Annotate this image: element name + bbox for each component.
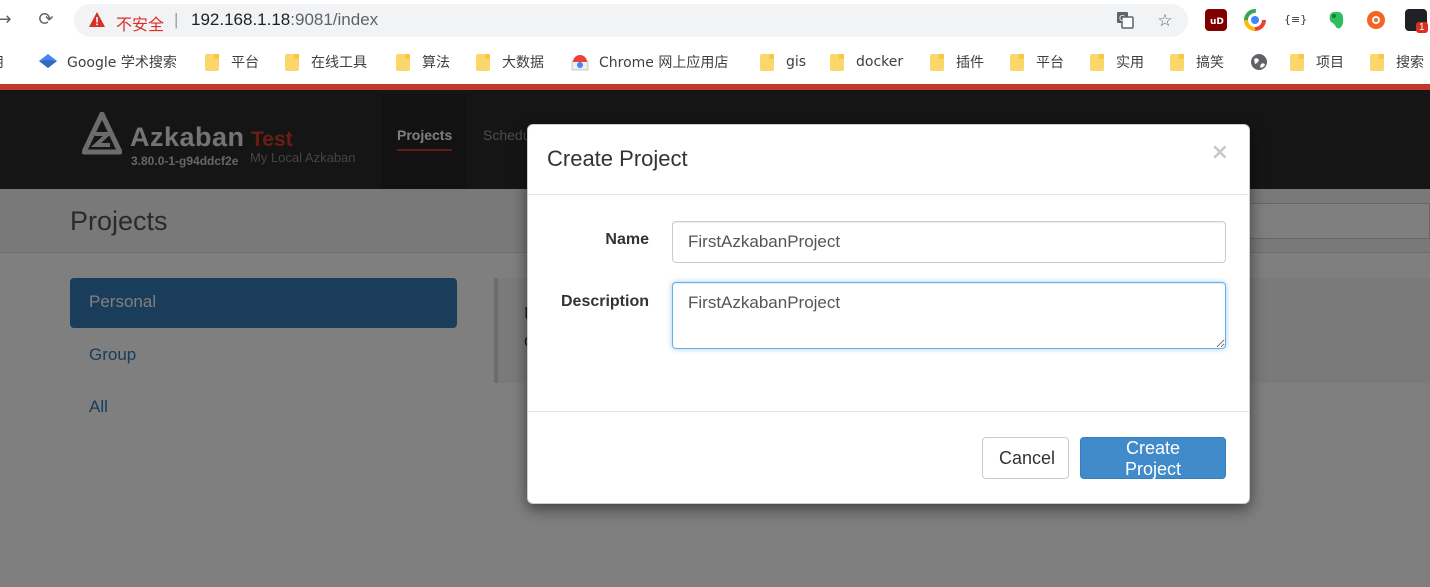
folder-icon (1010, 53, 1024, 71)
folder-icon (830, 53, 844, 71)
globe-icon (1251, 54, 1267, 70)
bookmark-item[interactable]: Google 学术搜索 (38, 52, 177, 72)
bookmark-item[interactable]: 在线工具 (285, 52, 367, 72)
bookmark-item[interactable]: 算法 (396, 52, 450, 72)
notification-badge: 1 (1416, 22, 1428, 33)
bookmark-item[interactable]: 平台 (205, 52, 259, 72)
webstore-icon (571, 55, 589, 71)
url-path: :9081/index (290, 10, 379, 29)
name-label: Name (605, 231, 649, 248)
description-label: Description (560, 293, 649, 310)
bookmark-item[interactable]: 插件 (930, 52, 984, 72)
bookmarks-bar: 用 Google 学术搜索 平台 在线工具 算法 大数据 Chrome 网上应用店 gis do… (0, 40, 1430, 84)
not-secure-label[interactable]: 不安全 (116, 11, 164, 35)
bookmark-label: 搞笑 (1196, 55, 1224, 71)
modal-header: Create Project × (528, 125, 1249, 195)
folder-icon (396, 53, 410, 71)
bookmark-label: 算法 (422, 55, 450, 71)
bookmark-item[interactable]: 项目 (1290, 52, 1344, 72)
bookmark-label: 在线工具 (311, 55, 367, 71)
bookmark-label: 项目 (1316, 55, 1344, 71)
bookmark-label: 搜索 (1396, 55, 1424, 71)
folder-icon (476, 53, 490, 71)
bookmark-label: docker (856, 54, 904, 70)
bookmark-item[interactable]: gis (760, 52, 806, 72)
bookmark-item[interactable]: 搞笑 (1170, 52, 1224, 72)
warning-icon[interactable] (88, 11, 106, 29)
bookmark-label: 大数据 (502, 55, 544, 71)
close-icon[interactable]: × (1211, 140, 1229, 165)
browser-toolbar: → ⟳ 不安全 | 192.168.1.18:9081/index G ☆ uD… (0, 0, 1430, 40)
bookmark-item[interactable]: 平台 (1010, 52, 1064, 72)
bookmark-label: Chrome 网上应用店 (599, 55, 729, 71)
folder-icon (205, 53, 219, 71)
scholar-icon (39, 54, 57, 68)
modal-title: Create Project (547, 146, 688, 171)
color-picker-icon[interactable] (1244, 9, 1266, 31)
create-project-modal: Create Project × Name Description FirstA… (527, 124, 1250, 504)
ublock-icon[interactable]: uD (1205, 9, 1227, 31)
bookmark-item[interactable]: 用 (0, 52, 4, 72)
bookmark-label: 平台 (1036, 55, 1064, 71)
folder-icon (285, 53, 299, 71)
bookmark-label: 用 (0, 52, 4, 72)
omnibox-separator: | (174, 10, 179, 29)
address-bar[interactable]: 不安全 | 192.168.1.18:9081/index G ☆ (74, 4, 1188, 37)
folder-icon (1170, 53, 1184, 71)
bookmark-item[interactable]: 大数据 (476, 52, 544, 72)
reload-icon[interactable]: ⟳ (34, 8, 58, 32)
bookmark-label: gis (786, 54, 807, 70)
svg-text:uD: uD (1210, 17, 1224, 27)
modal-footer: Cancel Create Project (528, 411, 1249, 505)
folder-icon (1290, 53, 1304, 71)
bookmark-label: 插件 (956, 55, 984, 71)
folder-icon (1090, 53, 1104, 71)
folder-icon (1370, 53, 1384, 71)
translate-icon[interactable]: G (1114, 10, 1136, 32)
project-name-input[interactable] (672, 221, 1226, 263)
bookmark-item[interactable]: docker (830, 52, 903, 72)
notification-extension-icon[interactable]: 1 (1405, 9, 1428, 33)
cancel-button[interactable]: Cancel (982, 437, 1069, 479)
create-project-button[interactable]: Create Project (1080, 437, 1226, 479)
project-description-textarea[interactable]: FirstAzkabanProject (672, 282, 1226, 349)
orange-extension-icon[interactable] (1365, 9, 1387, 31)
bookmark-label: 实用 (1116, 55, 1144, 71)
bookmark-item[interactable]: Chrome 网上应用店 (571, 52, 728, 72)
forward-arrow-icon[interactable]: → (0, 8, 16, 32)
bookmark-item[interactable] (1250, 52, 1268, 72)
folder-icon (930, 53, 944, 71)
bookmark-label: Google 学术搜索 (67, 55, 177, 71)
evernote-icon[interactable] (1325, 9, 1347, 31)
bookmark-item[interactable]: 实用 (1090, 52, 1144, 72)
bookmark-item[interactable]: 搜索 (1370, 52, 1424, 72)
json-viewer-icon[interactable]: {≡} (1284, 9, 1307, 31)
url-text[interactable]: 192.168.1.18:9081/index (191, 10, 378, 30)
svg-text:G: G (1119, 14, 1125, 23)
url-host: 192.168.1.18 (191, 10, 291, 29)
bookmark-star-icon[interactable]: ☆ (1154, 10, 1176, 32)
folder-icon (760, 53, 774, 71)
bookmark-label: 平台 (231, 55, 259, 71)
